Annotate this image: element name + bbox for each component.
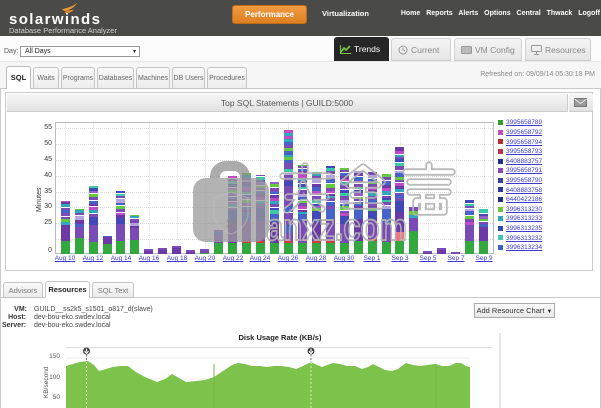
svg-text:S: S <box>226 215 236 232</box>
svg-text:anxz.com: anxz.com <box>266 207 407 249</box>
